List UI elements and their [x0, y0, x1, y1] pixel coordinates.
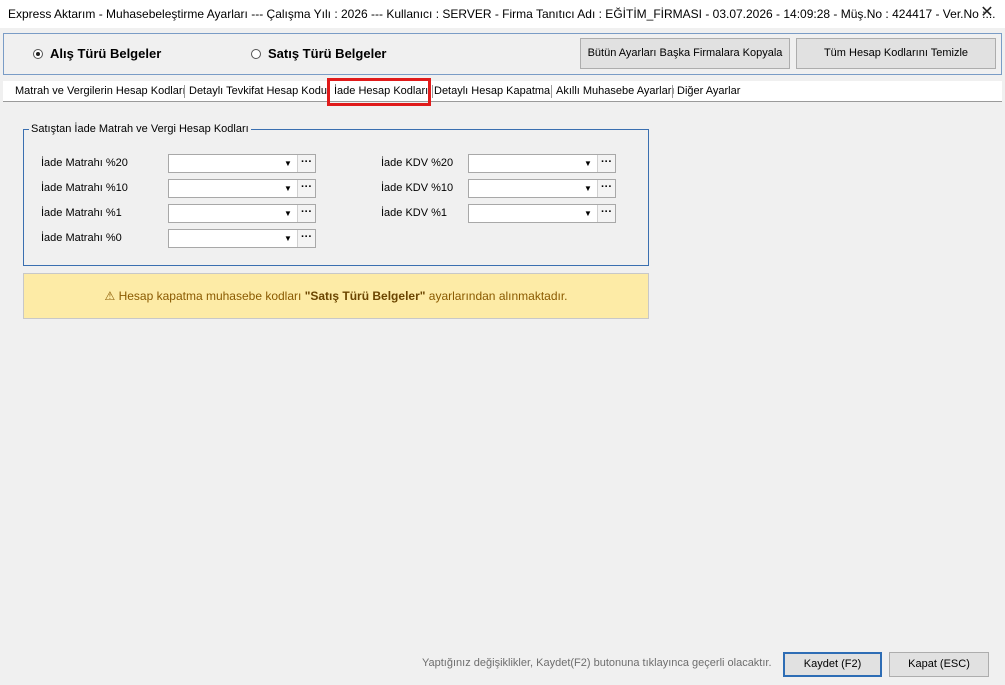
chevron-down-icon[interactable]: ▼: [282, 180, 294, 197]
chevron-down-icon[interactable]: ▼: [582, 155, 594, 172]
save-hint-text: Yaptığınız değişiklikler, Kaydet(F2) but…: [422, 657, 772, 669]
radio-unselected-icon: [251, 48, 261, 59]
radio-alis-turu-belgeler[interactable]: Alış Türü Belgeler: [33, 46, 161, 61]
tab-separator: [184, 85, 185, 98]
tab-diger-ayarlar[interactable]: Diğer Ayarlar: [677, 85, 740, 97]
combo-iade-matrahi-10[interactable]: ▼ ···: [168, 179, 316, 198]
active-tab-highlight: [327, 78, 431, 106]
clear-account-codes-button[interactable]: Tüm Hesap Kodlarını Temizle: [796, 38, 996, 69]
tab-separator: [432, 85, 433, 98]
save-button[interactable]: Kaydet (F2): [783, 652, 882, 677]
tab-detayli-hesap-kapatma[interactable]: Detaylı Hesap Kapatma: [434, 85, 550, 97]
ellipsis-icon[interactable]: ···: [297, 205, 315, 222]
group-legend: Satıştan İade Matrah ve Vergi Hesap Kodl…: [29, 123, 251, 135]
combo-iade-matrahi-20[interactable]: ▼ ···: [168, 154, 316, 173]
ellipsis-icon[interactable]: ···: [597, 155, 615, 172]
document-type-panel: Alış Türü Belgeler Satış Türü Belgeler B…: [3, 33, 1002, 75]
chevron-down-icon[interactable]: ▼: [282, 205, 294, 222]
chevron-down-icon[interactable]: ▼: [282, 155, 294, 172]
notice-suffix: ayarlarından alınmaktadır.: [425, 289, 568, 303]
tab-separator: [672, 85, 673, 98]
label-iade-kdv-10: İade KDV %10: [381, 182, 454, 194]
tab-matrah-vergi-hesap-kodlari[interactable]: Matrah ve Vergilerin Hesap Kodları: [15, 85, 186, 97]
radio-label-satis: Satış Türü Belgeler: [268, 46, 387, 61]
copy-settings-button[interactable]: Bütün Ayarları Başka Firmalara Kopyala: [580, 38, 790, 69]
label-iade-kdv-20: İade KDV %20: [381, 157, 454, 169]
tab-detayli-tevkifat-hesap-kodu[interactable]: Detaylı Tevkifat Hesap Kodu: [189, 85, 327, 97]
ellipsis-icon[interactable]: ···: [297, 180, 315, 197]
close-icon[interactable]: ✕: [977, 3, 997, 23]
label-iade-matrahi-10: İade Matrahı %10: [41, 182, 128, 194]
chevron-down-icon[interactable]: ▼: [582, 205, 594, 222]
tab-separator: [551, 85, 552, 98]
settings-tab-strip: Matrah ve Vergilerin Hesap Kodları Detay…: [3, 81, 1002, 102]
notice-prefix: Hesap kapatma muhasebe kodları: [118, 289, 305, 303]
label-iade-kdv-1: İade KDV %1: [381, 207, 448, 219]
chevron-down-icon[interactable]: ▼: [582, 180, 594, 197]
notice-emphasis: "Satış Türü Belgeler": [304, 289, 426, 303]
ellipsis-icon[interactable]: ···: [597, 180, 615, 197]
warning-icon: ⚠: [104, 289, 116, 303]
label-iade-matrahi-1: İade Matrahı %1: [41, 207, 122, 219]
combo-iade-kdv-20[interactable]: ▼ ···: [468, 154, 616, 173]
ellipsis-icon[interactable]: ···: [297, 230, 315, 247]
label-iade-matrahi-20: İade Matrahı %20: [41, 157, 128, 169]
tab-akilli-muhasebe-ayarlari[interactable]: Akıllı Muhasebe Ayarları: [556, 85, 674, 97]
info-notice: ⚠ Hesap kapatma muhasebe kodları "Satış …: [23, 273, 649, 319]
combo-iade-matrahi-0[interactable]: ▼ ···: [168, 229, 316, 248]
window-title: Express Aktarım - Muhasebeleştirme Ayarl…: [8, 7, 996, 21]
ellipsis-icon[interactable]: ···: [597, 205, 615, 222]
combo-iade-kdv-10[interactable]: ▼ ···: [468, 179, 616, 198]
radio-selected-icon: [33, 48, 43, 59]
combo-iade-matrahi-1[interactable]: ▼ ···: [168, 204, 316, 223]
label-iade-matrahi-0: İade Matrahı %0: [41, 232, 122, 244]
chevron-down-icon[interactable]: ▼: [282, 230, 294, 247]
radio-satis-turu-belgeler[interactable]: Satış Türü Belgeler: [251, 46, 386, 61]
ellipsis-icon[interactable]: ···: [297, 155, 315, 172]
combo-iade-kdv-1[interactable]: ▼ ···: [468, 204, 616, 223]
close-button[interactable]: Kapat (ESC): [889, 652, 989, 677]
title-bar: Express Aktarım - Muhasebeleştirme Ayarl…: [0, 0, 1005, 28]
radio-label-alis: Alış Türü Belgeler: [50, 46, 162, 61]
